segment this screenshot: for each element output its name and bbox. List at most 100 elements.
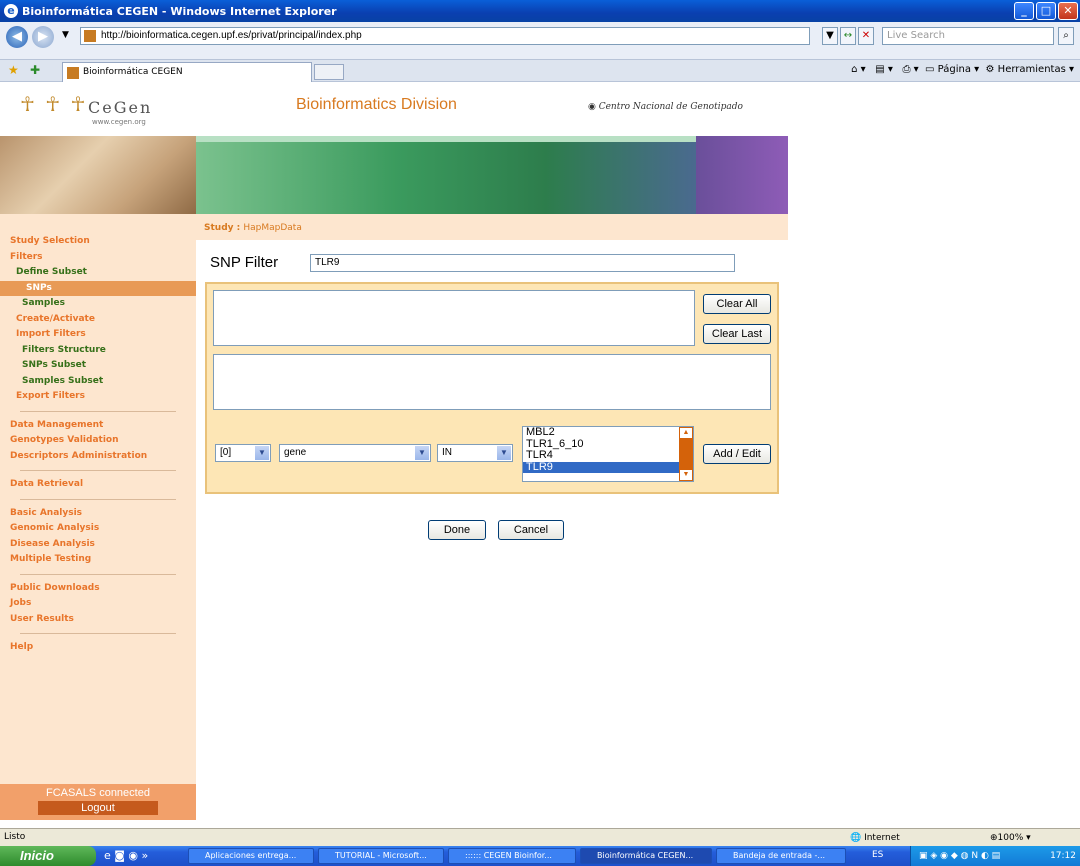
tools-menu[interactable]: ⚙ Herramientas ▾: [986, 64, 1074, 75]
window-titlebar: e Bioinformática CEGEN - Windows Interne…: [0, 0, 1080, 22]
logout-button[interactable]: Logout: [38, 801, 158, 815]
sidebar-item-import-filters[interactable]: Import Filters: [0, 327, 196, 343]
index-select[interactable]: [0] ▼: [215, 444, 271, 462]
scroll-down-icon[interactable]: ▼: [680, 470, 692, 480]
field-select[interactable]: gene ▼: [279, 444, 431, 462]
taskbar: Inicio e ◙ ◉ » Aplicaciones entrega... T…: [0, 846, 1080, 866]
sidebar-divider: [20, 410, 176, 412]
taskbar-item[interactable]: TUTORIAL - Microsoft...: [318, 848, 444, 864]
search-icon[interactable]: ⌕: [1058, 27, 1074, 45]
filter-panel: Clear All Clear Last [0] ▼ gene ▼ IN ▼ MBL2…: [205, 282, 779, 494]
command-bar: ⌂ ▾ ▤ ▾ ⎙ ▾ ▭ Página ▾ ⚙ Herramientas ▾: [851, 64, 1074, 75]
values-listbox[interactable]: MBL2 TLR1_6_10 TLR4 TLR9 ▲ ▼: [522, 426, 694, 482]
done-button[interactable]: Done: [428, 520, 486, 540]
stop-icon[interactable]: ✕: [858, 27, 874, 45]
sidebar-divider: [20, 633, 176, 634]
sidebar-item-define-subset[interactable]: Define Subset: [0, 265, 196, 281]
refresh-icon[interactable]: ↔: [840, 27, 856, 45]
taskbar-item[interactable]: Aplicaciones entrega...: [188, 848, 314, 864]
back-icon[interactable]: ◀: [6, 26, 28, 48]
sidebar-item-public-downloads[interactable]: Public Downloads: [0, 581, 196, 597]
list-option[interactable]: MBL2: [523, 427, 693, 439]
language-indicator[interactable]: ES: [872, 850, 883, 860]
clear-all-button[interactable]: Clear All: [703, 294, 771, 314]
sidebar-item-genotypes-validation[interactable]: Genotypes Validation: [0, 433, 196, 449]
zoom-icon: ⊕: [990, 833, 998, 843]
conditions-textarea[interactable]: [213, 290, 695, 346]
feeds-icon[interactable]: ▤ ▾: [875, 64, 893, 75]
taskbar-item[interactable]: :::::: CEGEN Bioinfor...: [448, 848, 576, 864]
page-content: ☥ ☥ ☥ CeGen www.cegen.org Bioinformatics…: [0, 82, 1080, 820]
sidebar-item-samples[interactable]: Samples: [0, 296, 196, 312]
sidebar-divider: [20, 470, 176, 471]
sidebar-item-samples-subset[interactable]: Samples Subset: [0, 374, 196, 390]
taskbar-item[interactable]: Bandeja de entrada -...: [716, 848, 846, 864]
sidebar-item-basic-analysis[interactable]: Basic Analysis: [0, 506, 196, 522]
forward-icon[interactable]: ▶: [32, 26, 54, 48]
taskbar-item-active[interactable]: Bioinformática CEGEN...: [580, 848, 712, 864]
quicklaunch-icons[interactable]: e ◙ ◉ »: [104, 849, 148, 862]
sidebar-item-disease-analysis[interactable]: Disease Analysis: [0, 537, 196, 553]
site-favicon: [84, 30, 96, 42]
sidebar-item-user-results[interactable]: User Results: [0, 612, 196, 628]
sidebar-item-jobs[interactable]: Jobs: [0, 596, 196, 612]
start-button[interactable]: Inicio: [0, 846, 96, 866]
sidebar-item-snps-subset[interactable]: SNPs Subset: [0, 358, 196, 374]
scroll-up-icon[interactable]: ▲: [680, 428, 692, 438]
sidebar-item-filters-structure[interactable]: Filters Structure: [0, 343, 196, 359]
window-title: Bioinformática CEGEN - Windows Internet …: [22, 4, 337, 18]
filter-name-input[interactable]: TLR9: [310, 254, 735, 272]
centre-name: ◉ Centro Nacional de Genotipado: [588, 102, 743, 112]
minimize-button[interactable]: _: [1014, 2, 1034, 20]
listbox-scrollbar[interactable]: ▲ ▼: [679, 427, 693, 481]
zoom-level[interactable]: ⊕100% ▾: [990, 830, 1031, 846]
print-icon[interactable]: ⎙ ▾: [902, 64, 918, 75]
page-menu[interactable]: ▭ Página ▾: [925, 64, 979, 75]
status-text: Listo: [4, 832, 26, 842]
add-edit-button[interactable]: Add / Edit: [703, 444, 771, 464]
cegen-logo: ☥ ☥ ☥ CeGen www.cegen.org: [20, 92, 153, 126]
history-dropdown-icon[interactable]: ▼: [62, 30, 69, 40]
url-field[interactable]: http://bioinformatica.cegen.upf.es/priva…: [80, 27, 810, 45]
sidebar-item-filters[interactable]: Filters: [0, 250, 196, 266]
sidebar-item-help[interactable]: Help: [0, 640, 196, 656]
header-banner: [0, 136, 788, 214]
chevron-down-icon: ▼: [415, 446, 429, 460]
tab-current[interactable]: Bioinformática CEGEN: [62, 62, 312, 82]
list-option[interactable]: TLR4: [523, 449, 693, 462]
sidebar-item-study-selection[interactable]: Study Selection: [0, 234, 196, 250]
chevron-down-icon: ▼: [255, 446, 269, 460]
url-dropdown-icon[interactable]: ▼: [822, 27, 838, 45]
sidebar-item-genomic-analysis[interactable]: Genomic Analysis: [0, 521, 196, 537]
banner-green-image: [196, 136, 696, 214]
search-input[interactable]: Live Search: [882, 27, 1054, 45]
sidebar-item-create-activate[interactable]: Create/Activate: [0, 312, 196, 328]
clear-last-button[interactable]: Clear Last: [703, 324, 771, 344]
ie-icon: e: [4, 4, 18, 18]
new-tab-button[interactable]: [314, 64, 344, 80]
sidebar-item-multiple-testing[interactable]: Multiple Testing: [0, 552, 196, 568]
list-option-selected[interactable]: TLR9: [523, 461, 693, 473]
status-bar: Listo 🌐 Internet ⊕100% ▾: [0, 828, 1080, 846]
sidebar-item-snps[interactable]: SNPs: [0, 280, 196, 296]
sidebar-item-data-retrieval[interactable]: Data Retrieval: [0, 477, 196, 493]
sidebar-item-data-management[interactable]: Data Management: [0, 418, 196, 434]
sidebar-item-descriptors-administration[interactable]: Descriptors Administration: [0, 449, 196, 465]
cancel-button[interactable]: Cancel: [498, 520, 564, 540]
sidebar-item-export-filters[interactable]: Export Filters: [0, 389, 196, 405]
centre-logo-icon: ◉: [588, 102, 599, 112]
maximize-button[interactable]: □: [1036, 2, 1056, 20]
division-title: Bioinformatics Division: [296, 96, 457, 113]
banner-lizard-image: [0, 136, 196, 214]
home-icon[interactable]: ⌂ ▾: [851, 64, 866, 75]
favorites-star-icon[interactable]: ★: [8, 63, 19, 77]
expression-textarea[interactable]: [213, 354, 771, 410]
tab-favicon: [67, 67, 79, 79]
operator-select[interactable]: IN ▼: [437, 444, 513, 462]
study-bar: Study : HapMapData: [196, 214, 788, 240]
close-button[interactable]: ✕: [1058, 2, 1078, 20]
tray-icons[interactable]: ▣ ◈ ◉ ◆ ◍ N ◐ ▤: [919, 851, 1000, 861]
sidebar: Study Selection Filters Define Subset SN…: [0, 214, 196, 820]
chevron-down-icon: ▼: [497, 446, 511, 460]
add-favorite-icon[interactable]: ✚: [30, 63, 40, 77]
